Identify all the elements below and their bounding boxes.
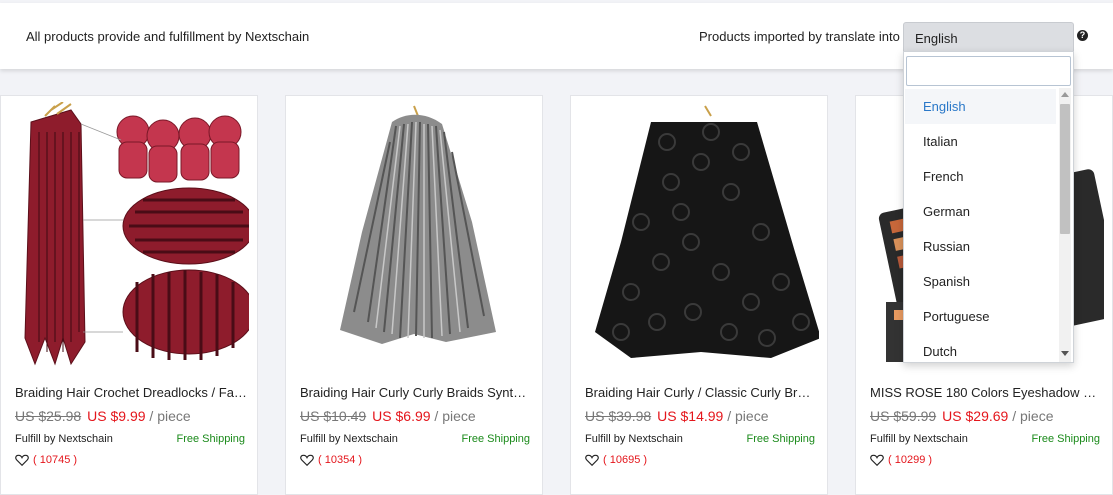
language-option-italian[interactable]: Italian xyxy=(905,124,1056,159)
product-price: US $25.98 US $9.99 / piece xyxy=(15,408,191,424)
free-shipping-label: Free Shipping xyxy=(461,433,531,445)
language-option-spanish[interactable]: Spanish xyxy=(905,264,1056,299)
product-title[interactable]: Braiding Hair Crochet Dreadlocks / Faux … xyxy=(15,385,247,400)
product-card[interactable]: Braiding Hair Curly / Classic Curly Brai… xyxy=(570,95,828,495)
old-price: US $59.99 xyxy=(870,408,937,424)
fulfill-label: Fulfill by Nextschain xyxy=(300,433,398,445)
language-option-french[interactable]: French xyxy=(905,159,1056,194)
price-unit: / piece xyxy=(1008,408,1054,424)
likes-count: ( 10354 ) xyxy=(318,454,363,466)
price-unit: / piece xyxy=(430,408,476,424)
likes-count: ( 10695 ) xyxy=(603,454,648,466)
language-options: English Italian French German Russian Sp… xyxy=(905,89,1056,362)
likes-count: ( 10745 ) xyxy=(33,454,78,466)
likes: ( 10299 ) xyxy=(870,453,932,467)
product-card[interactable]: Braiding Hair Crochet Dreadlocks / Faux … xyxy=(0,95,258,495)
burgundy-faux-locs-image[interactable] xyxy=(11,102,249,370)
price-unit: / piece xyxy=(145,408,191,424)
language-select[interactable]: English xyxy=(903,22,1074,54)
heart-icon[interactable] xyxy=(15,453,29,467)
product-title[interactable]: Braiding Hair Curly / Classic Curly Brai… xyxy=(585,385,817,400)
grey-braids-image[interactable] xyxy=(296,102,534,370)
language-select-value: English xyxy=(915,31,958,46)
old-price: US $39.98 xyxy=(585,408,652,424)
likes: ( 10354 ) xyxy=(300,453,362,467)
heart-icon[interactable] xyxy=(585,453,599,467)
old-price: US $10.49 xyxy=(300,408,367,424)
language-search-input[interactable] xyxy=(906,56,1071,86)
fulfill-label: Fulfill by Nextschain xyxy=(585,433,683,445)
fulfill-label: Fulfill by Nextschain xyxy=(870,433,968,445)
product-price: US $59.99 US $29.69 / piece xyxy=(870,408,1053,424)
scrollbar-thumb[interactable] xyxy=(1060,104,1070,234)
language-option-dutch[interactable]: Dutch xyxy=(905,334,1056,362)
free-shipping-label: Free Shipping xyxy=(1031,433,1101,445)
price-unit: / piece xyxy=(723,408,769,424)
fulfillment-notice: All products provide and fulfillment by … xyxy=(26,29,310,44)
free-shipping-label: Free Shipping xyxy=(746,433,816,445)
translate-label: Products imported by translate into xyxy=(699,29,900,44)
language-option-portuguese[interactable]: Portuguese xyxy=(905,299,1056,334)
language-dropdown: English Italian French German Russian Sp… xyxy=(903,51,1074,363)
heart-icon[interactable] xyxy=(300,453,314,467)
product-title[interactable]: MISS ROSE 180 Colors Eyeshadow Palette xyxy=(870,385,1102,400)
likes-count: ( 10299 ) xyxy=(888,454,933,466)
new-price: US $9.99 xyxy=(87,408,146,424)
new-price: US $6.99 xyxy=(372,408,431,424)
new-price: US $29.69 xyxy=(942,408,1009,424)
scroll-up-arrow-icon[interactable] xyxy=(1061,92,1069,97)
new-price: US $14.99 xyxy=(657,408,724,424)
black-curly-hair-image[interactable] xyxy=(581,102,819,370)
question-circle-icon[interactable]: ? xyxy=(1077,30,1088,41)
scroll-down-arrow-icon[interactable] xyxy=(1061,351,1069,356)
old-price: US $25.98 xyxy=(15,408,82,424)
language-option-english[interactable]: English xyxy=(905,89,1056,124)
heart-icon[interactable] xyxy=(870,453,884,467)
likes: ( 10695 ) xyxy=(585,453,647,467)
product-card[interactable]: Braiding Hair Curly Curly Braids Synthet… xyxy=(285,95,543,495)
free-shipping-label: Free Shipping xyxy=(176,433,246,445)
likes: ( 10745 ) xyxy=(15,453,77,467)
product-price: US $10.49 US $6.99 / piece xyxy=(300,408,476,424)
dropdown-scrollbar[interactable] xyxy=(1059,88,1071,362)
product-price: US $39.98 US $14.99 / piece xyxy=(585,408,768,424)
language-option-german[interactable]: German xyxy=(905,194,1056,229)
product-title[interactable]: Braiding Hair Curly Curly Braids Synthet… xyxy=(300,385,532,400)
fulfill-label: Fulfill by Nextschain xyxy=(15,433,113,445)
language-option-russian[interactable]: Russian xyxy=(905,229,1056,264)
